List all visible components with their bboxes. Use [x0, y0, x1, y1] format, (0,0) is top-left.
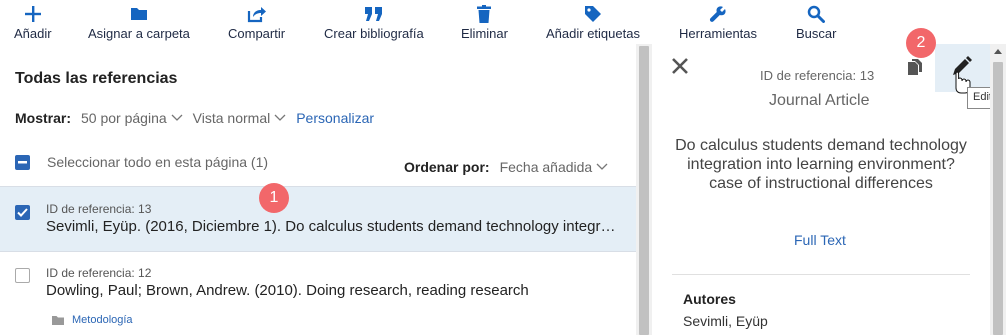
add-button[interactable]: Añadir [14, 4, 52, 41]
reference-type: Journal Article [769, 92, 870, 109]
reference-row[interactable]: ID de referencia: 12 Dowling, Paul; Brow… [0, 254, 636, 335]
authors-heading: Autores [683, 291, 736, 307]
select-all-label[interactable]: Seleccionar todo en esta página (1) [47, 154, 268, 170]
toolbar: Añadir Asignar a carpeta Compartir Crear… [0, 0, 1006, 44]
reference-citation[interactable]: Dowling, Paul; Brown, Andrew. (2010). Do… [46, 282, 616, 299]
indeterminate-icon [18, 160, 27, 163]
copy-icon[interactable] [907, 58, 923, 76]
sort-value: Fecha añadida [499, 159, 593, 175]
row-checkbox[interactable] [15, 205, 30, 220]
chevron-down-icon [596, 163, 608, 170]
select-all-row: Seleccionar todo en esta página (1) [15, 154, 268, 170]
page-title: Todas las referencias [15, 70, 178, 87]
reference-list-panel: Todas las referencias Mostrar: 50 por pá… [0, 44, 636, 335]
share-button[interactable]: Compartir [228, 4, 285, 41]
detail-reference-id: ID de referencia: 13 [760, 68, 875, 83]
select-all-checkbox[interactable] [15, 154, 30, 170]
reference-title: Do calculus students demand technology i… [675, 137, 967, 192]
assign-folder-label: Asignar a carpeta [88, 26, 190, 41]
reference-id: ID de referencia: 13 [46, 202, 152, 216]
close-icon[interactable] [669, 55, 691, 77]
chevron-down-icon [171, 114, 183, 121]
per-page-dropdown[interactable]: 50 por página [81, 110, 183, 126]
assign-folder-button[interactable]: Asignar a carpeta [88, 4, 190, 41]
divider [672, 274, 970, 275]
create-bibliography-label: Crear bibliografía [324, 26, 424, 41]
scrollbar-thumb[interactable] [993, 62, 1003, 335]
folder-icon [130, 4, 148, 24]
folder-icon [52, 316, 64, 325]
per-page-value: 50 por página [81, 110, 167, 126]
tools-button[interactable]: Herramientas [679, 4, 757, 41]
create-bibliography-button[interactable]: Crear bibliografía [324, 4, 424, 41]
delete-label: Eliminar [461, 26, 508, 41]
add-tags-label: Añadir etiquetas [546, 26, 640, 41]
folder-tag[interactable]: Metodología [52, 314, 133, 326]
folder-name: Metodología [72, 314, 133, 326]
step-badge-2: 2 [906, 28, 936, 58]
scrollbar-thumb[interactable] [639, 46, 649, 335]
show-label: Mostrar: [15, 110, 72, 126]
step-badge-1: 1 [259, 183, 289, 213]
trash-icon [476, 4, 492, 24]
view-value: Vista normal [192, 110, 271, 126]
reference-citation[interactable]: Sevimli, Eyüp. (2016, Diciembre 1). Do c… [46, 218, 616, 235]
row-checkbox[interactable] [15, 268, 30, 283]
view-dropdown[interactable]: Vista normal [193, 110, 287, 126]
add-tags-button[interactable]: Añadir etiquetas [546, 4, 640, 41]
share-icon [247, 4, 267, 24]
reference-id: ID de referencia: 12 [46, 266, 152, 280]
share-label: Compartir [228, 26, 286, 41]
search-label: Buscar [796, 26, 837, 41]
add-label: Añadir [14, 26, 52, 41]
sort-dropdown[interactable]: Fecha añadida [500, 159, 609, 175]
sort-options: Ordenar por: Fecha añadida [404, 159, 608, 175]
scroll-up-arrow-icon[interactable] [994, 49, 1002, 54]
search-icon [807, 4, 826, 24]
wrench-icon [709, 4, 727, 24]
tools-label: Herramientas [679, 26, 758, 41]
detail-scrollbar[interactable] [990, 44, 1006, 335]
reference-row-selected[interactable]: ID de referencia: 13 Sevimli, Eyüp. (201… [0, 186, 636, 252]
sort-label: Ordenar por: [404, 159, 490, 175]
author-name: Sevimli, Eyüp [683, 313, 768, 329]
list-scrollbar[interactable] [636, 44, 652, 335]
customize-link[interactable]: Personalizar [296, 110, 374, 126]
search-button[interactable]: Buscar [796, 4, 836, 41]
plus-icon [24, 4, 42, 24]
chevron-down-icon [274, 114, 286, 121]
display-options: Mostrar: 50 por página Vista normal Pers… [15, 110, 374, 126]
quote-icon [364, 4, 384, 24]
delete-button[interactable]: Eliminar [461, 4, 508, 41]
full-text-link[interactable]: Full Text [794, 232, 846, 248]
tag-icon [584, 4, 602, 24]
checkmark-icon [17, 208, 28, 217]
